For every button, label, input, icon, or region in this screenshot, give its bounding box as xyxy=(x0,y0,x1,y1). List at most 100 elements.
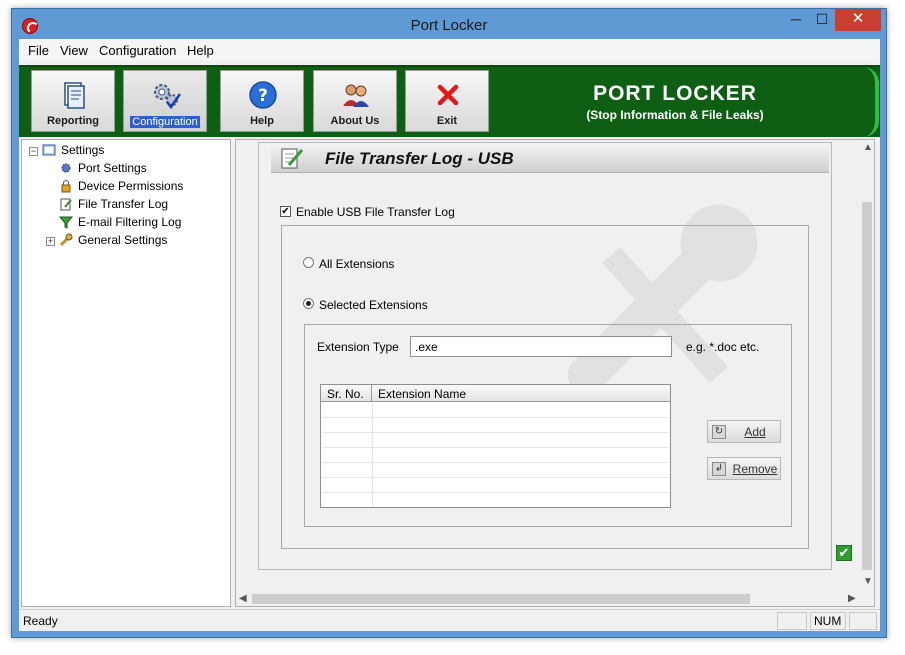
edit-notepad-icon xyxy=(281,148,304,169)
app-window: Port Locker ─ ☐ ✕ File View Configuratio… xyxy=(11,8,887,638)
add-button-label: Add xyxy=(744,425,766,439)
maximize-button[interactable]: ☐ xyxy=(809,9,835,31)
wrench-icon xyxy=(59,233,73,247)
add-icon: ↻ xyxy=(712,425,726,439)
exit-button[interactable]: Exit xyxy=(405,70,489,132)
menu-bar: File View Configuration Help xyxy=(19,39,880,61)
tree-item-label: Port Settings xyxy=(78,161,147,175)
configuration-button[interactable]: Configuration xyxy=(123,70,207,132)
extension-type-label: Extension Type xyxy=(317,340,399,354)
enable-usb-log-label: Enable USB File Transfer Log xyxy=(296,205,455,219)
gears-icon xyxy=(154,84,181,110)
status-cell-empty xyxy=(849,612,877,630)
svg-text:?: ? xyxy=(258,86,268,106)
lock-icon xyxy=(61,180,71,193)
tree-item-label: Device Permissions xyxy=(78,179,184,193)
remove-button[interactable]: ↲ Remove xyxy=(707,457,781,480)
grid-header-sr-no[interactable]: Sr. No. xyxy=(321,385,372,401)
enable-usb-log-checkbox[interactable]: ✔ xyxy=(280,206,291,217)
about-us-button[interactable]: About Us xyxy=(313,70,397,132)
exit-label: Exit xyxy=(436,115,458,127)
grid-header-extension-name[interactable]: Extension Name xyxy=(373,385,669,401)
window-title: Port Locker xyxy=(410,17,488,34)
menu-view[interactable]: View xyxy=(60,43,88,58)
add-button[interactable]: ↻ Add xyxy=(707,420,781,443)
users-icon xyxy=(343,84,369,107)
table-row xyxy=(322,448,669,463)
remove-button-label: Remove xyxy=(732,462,778,476)
selected-extensions-box: Extension Type .exe e.g. *.doc etc. Sr. … xyxy=(304,324,792,527)
horizontal-scroll-thumb[interactable] xyxy=(252,594,750,604)
status-cell-empty xyxy=(777,612,807,630)
num-lock-indicator: NUM xyxy=(810,612,846,630)
extension-hint-label: e.g. *.doc etc. xyxy=(686,340,760,354)
toolbar: Reporting Configuration ? Help About Us … xyxy=(19,65,880,137)
remove-icon: ↲ xyxy=(712,462,726,476)
report-icon xyxy=(64,82,85,109)
menu-configuration[interactable]: Configuration xyxy=(99,43,176,58)
brand-title: PORT LOCKER xyxy=(593,82,757,105)
selected-extensions-radio[interactable] xyxy=(303,298,314,309)
scroll-right-arrow-icon[interactable]: ▶ xyxy=(848,593,856,604)
horizontal-scrollbar[interactable]: ◀ ▶ xyxy=(236,592,860,606)
brand-subtitle: (Stop Information & File Leaks) xyxy=(586,108,764,122)
selected-extensions-label: Selected Extensions xyxy=(319,298,428,312)
tree-item-label: File Transfer Log xyxy=(78,197,169,211)
title-bar[interactable]: Port Locker ─ ☐ ✕ xyxy=(12,9,886,39)
all-extensions-radio[interactable] xyxy=(303,257,314,268)
tree-item-file-transfer-log[interactable]: File Transfer Log xyxy=(59,197,168,213)
grid-header-row: Sr. No. Extension Name xyxy=(321,385,670,402)
close-button[interactable]: ✕ xyxy=(835,9,881,31)
table-row xyxy=(322,403,669,418)
vertical-scrollbar[interactable]: ▲ ▼ xyxy=(860,140,874,590)
help-button[interactable]: ? Help xyxy=(220,70,304,132)
client-area: File View Configuration Help Reporting C… xyxy=(19,39,880,631)
scroll-up-arrow-icon[interactable]: ▲ xyxy=(863,142,873,153)
menu-file[interactable]: File xyxy=(28,43,49,58)
notepad-icon xyxy=(60,198,72,211)
table-row xyxy=(322,463,669,478)
scroll-down-arrow-icon[interactable]: ▼ xyxy=(863,576,873,587)
menu-help[interactable]: Help xyxy=(187,43,214,58)
table-row xyxy=(322,433,669,448)
settings-tree: − Settings Port Settings Device Permissi… xyxy=(21,139,231,607)
content-pane: File Transfer Log - USB ✔ Enable USB Fil… xyxy=(235,139,875,607)
exit-icon xyxy=(437,84,459,106)
panel-header: File Transfer Log - USB xyxy=(271,143,829,173)
tree-item-general-settings[interactable]: General Settings xyxy=(59,233,167,249)
scroll-left-arrow-icon[interactable]: ◀ xyxy=(239,593,247,604)
tree-expand-icon[interactable]: + xyxy=(46,237,55,246)
tree-item-email-filtering-log[interactable]: E-mail Filtering Log xyxy=(59,215,181,231)
tree-item-label: E-mail Filtering Log xyxy=(78,215,182,229)
configuration-label: Configuration xyxy=(124,116,206,128)
apply-check-button[interactable]: ✔ xyxy=(836,545,852,561)
tree-item-device-permissions[interactable]: Device Permissions xyxy=(59,179,183,195)
filter-icon xyxy=(59,216,73,229)
table-row xyxy=(322,418,669,433)
reporting-button[interactable]: Reporting xyxy=(31,70,115,132)
extensions-groupbox: All Extensions Selected Extensions Exten… xyxy=(281,225,809,549)
minimize-button[interactable]: ─ xyxy=(783,9,809,31)
help-icon: ? xyxy=(249,81,277,109)
tree-collapse-icon[interactable]: − xyxy=(29,147,38,156)
port-gear-icon xyxy=(61,163,71,173)
extensions-grid[interactable]: Sr. No. Extension Name xyxy=(320,384,671,508)
help-label: Help xyxy=(250,115,274,127)
brand-banner: PORT LOCKER (Stop Information & File Lea… xyxy=(489,70,861,132)
file-transfer-log-panel: File Transfer Log - USB ✔ Enable USB Fil… xyxy=(258,142,832,570)
settings-folder-icon xyxy=(42,144,56,156)
tree-root-settings[interactable]: Settings xyxy=(42,143,104,159)
brand-swoosh xyxy=(863,67,879,137)
tree-root-label: Settings xyxy=(61,143,105,157)
all-extensions-label: All Extensions xyxy=(319,257,395,271)
extension-type-input[interactable]: .exe xyxy=(410,336,672,357)
table-row xyxy=(322,478,669,493)
configuration-label-text: Configuration xyxy=(130,116,200,128)
status-text: Ready xyxy=(23,614,58,628)
about-us-label: About Us xyxy=(330,115,380,127)
status-bar: Ready NUM xyxy=(19,609,880,631)
vertical-scroll-thumb[interactable] xyxy=(862,202,872,570)
panel-title: File Transfer Log - USB xyxy=(325,149,514,168)
tree-item-label: General Settings xyxy=(78,233,168,247)
tree-item-port-settings[interactable]: Port Settings xyxy=(59,161,147,177)
